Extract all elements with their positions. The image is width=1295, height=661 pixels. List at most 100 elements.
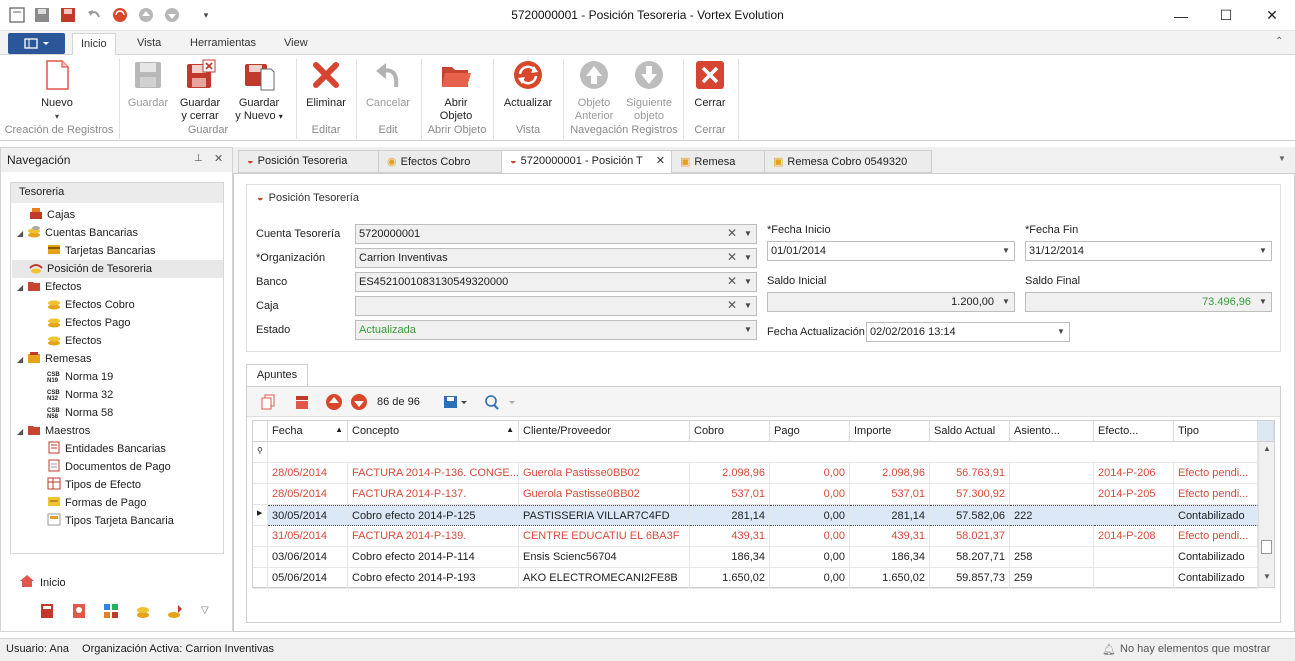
minimize-button[interactable]: — [1158, 0, 1204, 31]
cell-concepto[interactable]: FACTURA 2014-P-139. [348, 526, 519, 547]
cuenta-field[interactable]: 5720000001 ✕ ▼ [355, 224, 757, 244]
cell-importe[interactable]: 186,34 [850, 547, 930, 568]
pin-icon[interactable]: ⊥ [194, 153, 203, 164]
cell-cliente[interactable]: CENTRE EDUCATIU EL 6BA3F [519, 526, 690, 547]
column-cobro[interactable]: Cobro [690, 421, 770, 442]
cell-concepto[interactable]: FACTURA 2014-P-136. CONGE... [348, 463, 519, 484]
cell-cliente[interactable]: Ensis Scienc56704 [519, 547, 690, 568]
row-indicator[interactable]: ▶ [253, 505, 268, 526]
cell-concepto[interactable]: FACTURA 2014-P-137. [348, 484, 519, 505]
cell-pago[interactable]: 0,00 [770, 505, 850, 526]
expanded-icon[interactable]: ◢ [17, 351, 27, 369]
nav-item-documentos-pago[interactable]: Documentos de Pago [47, 458, 171, 476]
dropdown-icon[interactable]: ▼ [740, 321, 756, 339]
cell-cobro[interactable]: 1.650,02 [690, 568, 770, 589]
column-fecha[interactable]: Fecha ▲ [268, 421, 348, 442]
column-cliente[interactable]: Cliente/Proveedor [519, 421, 690, 442]
cancelar-button[interactable]: Cancelar [361, 59, 415, 110]
calculator-icon[interactable] [39, 603, 57, 621]
cell-saldo[interactable]: 57.300,92 [930, 484, 1010, 505]
cell-cobro[interactable]: 2.098,96 [690, 463, 770, 484]
cell-saldo[interactable]: 58.207,71 [930, 547, 1010, 568]
delete-row-icon[interactable] [293, 393, 311, 411]
cell-asiento[interactable]: 258 [1010, 547, 1094, 568]
cell-asiento[interactable]: 222 [1010, 505, 1094, 526]
cell-pago[interactable]: 0,00 [770, 463, 850, 484]
copy-icon[interactable] [259, 393, 277, 411]
configure-buttons-icon[interactable]: ▽ [201, 605, 209, 616]
search-icon[interactable] [482, 393, 522, 411]
cell-importe[interactable]: 2.098,96 [850, 463, 930, 484]
cell-concepto[interactable]: Cobro efecto 2014-P-114 [348, 547, 519, 568]
cell-efecto[interactable] [1094, 505, 1174, 526]
doc-tab-remesa-cobro[interactable]: ▣ Remesa Cobro 0549320 [764, 150, 932, 173]
collapse-ribbon-icon[interactable]: ⌃ [1275, 36, 1283, 47]
filter-icon[interactable]: ⚲ [253, 442, 268, 463]
cell-saldo[interactable]: 58.021,37 [930, 526, 1010, 547]
cell-concepto[interactable]: Cobro efecto 2014-P-125 [348, 505, 519, 526]
cell-pago[interactable]: 0,00 [770, 484, 850, 505]
column-concepto[interactable]: Concepto ▲ [348, 421, 519, 442]
export-icon[interactable] [442, 393, 470, 411]
nav-item-efectos-pago[interactable]: Efectos Pago [47, 314, 130, 332]
notification-icon[interactable]: 🔔︎ [1102, 643, 1116, 656]
dropdown-icon[interactable]: ▼ [740, 297, 756, 315]
scroll-down-icon[interactable]: ▼ [1263, 572, 1271, 581]
clear-icon[interactable]: ✕ [724, 297, 740, 315]
close-window-button[interactable]: ✕ [1249, 0, 1295, 31]
cell-concepto[interactable]: Cobro efecto 2014-P-193 [348, 568, 519, 589]
nav-item-efectos-group[interactable]: ◢ Efectos [17, 278, 82, 296]
dropdown-icon[interactable]: ▼ [998, 293, 1014, 311]
dropdown-icon[interactable]: ▼ [998, 242, 1014, 260]
tab-herramientas[interactable]: Herramientas [182, 33, 264, 55]
cell-efecto[interactable] [1094, 547, 1174, 568]
cell-cobro[interactable]: 281,14 [690, 505, 770, 526]
dropdown-icon[interactable]: ▼ [1255, 242, 1271, 260]
cell-pago[interactable]: 0,00 [770, 547, 850, 568]
expanded-icon[interactable]: ◢ [17, 279, 27, 297]
cell-fecha[interactable]: 30/05/2014 [268, 505, 348, 526]
objeto-anterior-button[interactable]: Objeto Anterior [568, 59, 620, 123]
maximize-button[interactable]: ☐ [1203, 0, 1249, 31]
application-menu-button[interactable] [8, 33, 65, 54]
cell-pago[interactable]: 0,00 [770, 568, 850, 589]
dropdown-icon[interactable]: ▼ [1255, 293, 1271, 311]
nav-item-posicion-tesoreria[interactable]: Posición de Tesoreria [12, 260, 223, 278]
cell-tipo[interactable]: Contabilizado [1174, 505, 1258, 526]
cell-cliente[interactable]: Guerola Pastisse0BB02 [519, 484, 690, 505]
nav-section-tesoreria[interactable]: Tesoreria [11, 183, 223, 203]
move-down-icon[interactable] [350, 393, 368, 411]
cell-fecha[interactable]: 28/05/2014 [268, 463, 348, 484]
puzzle-icon[interactable] [103, 603, 121, 621]
banco-field[interactable]: ES4521001083130549320000 ✕ ▼ [355, 272, 757, 292]
cerrar-button[interactable]: Cerrar [688, 59, 732, 110]
guardar-button[interactable]: Guardar [124, 59, 172, 110]
scroll-up-icon[interactable]: ▲ [1263, 444, 1271, 453]
cell-efecto[interactable] [1094, 568, 1174, 589]
cell-saldo[interactable]: 56.763,91 [930, 463, 1010, 484]
cell-fecha[interactable]: 03/06/2014 [268, 547, 348, 568]
row-indicator[interactable] [253, 568, 268, 589]
cell-tipo[interactable]: Efecto pendi... [1174, 526, 1258, 547]
fecha-fin-field[interactable]: 31/12/2014 ▼ [1025, 241, 1272, 261]
doc-tab-5720000001[interactable]: ◒ 5720000001 - Posición T ✕ [501, 150, 672, 174]
move-up-icon[interactable] [325, 393, 343, 411]
siguiente-objeto-button[interactable]: Siguiente objeto [622, 59, 676, 123]
tabs-overflow-icon[interactable]: ▼ [1278, 154, 1286, 163]
clear-icon[interactable]: ✕ [724, 225, 740, 243]
cell-saldo[interactable]: 59.857,73 [930, 568, 1010, 589]
cell-tipo[interactable]: Efecto pendi... [1174, 484, 1258, 505]
nav-item-cajas[interactable]: Cajas [29, 206, 75, 224]
nav-item-cuentas-bancarias[interactable]: ◢ Cuentas Bancarias [17, 224, 138, 242]
eliminar-button[interactable]: Eliminar [301, 59, 351, 110]
saldo-inicial-field[interactable]: 1.200,00 ▼ [767, 292, 1015, 312]
dropdown-icon[interactable]: ▼ [740, 225, 756, 243]
coins-export-icon[interactable] [135, 603, 153, 621]
clear-icon[interactable]: ✕ [724, 249, 740, 267]
cell-cobro[interactable]: 537,01 [690, 484, 770, 505]
row-indicator[interactable] [253, 547, 268, 568]
nav-item-formas-pago[interactable]: Formas de Pago [47, 494, 146, 512]
nav-item-tipos-tarjeta[interactable]: Tipos Tarjeta Bancaria [47, 512, 174, 530]
nav-item-entidades-bancarias[interactable]: Entidades Bancarias [47, 440, 166, 458]
filter-row[interactable] [268, 442, 1258, 463]
